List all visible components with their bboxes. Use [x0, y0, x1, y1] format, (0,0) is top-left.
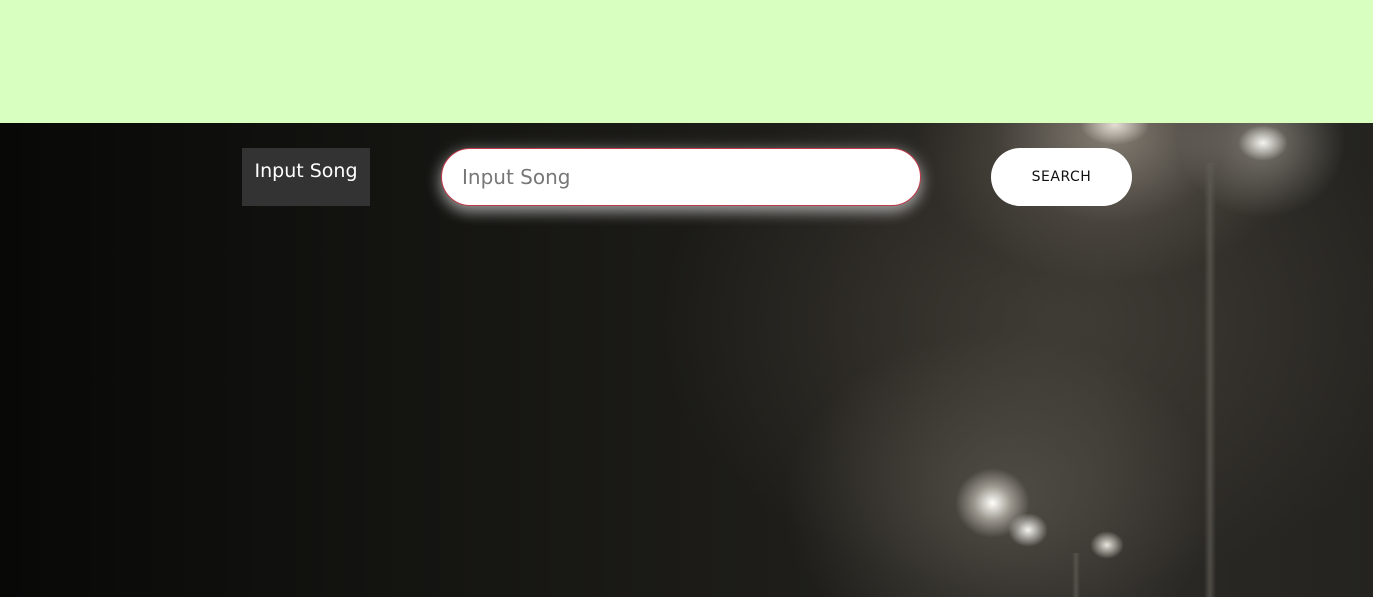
street-light-glow	[955, 468, 1030, 538]
song-search-input[interactable]	[441, 148, 921, 206]
street-light-glow	[1238, 125, 1288, 161]
street-light-glow	[1008, 513, 1048, 547]
street-light-glow	[1090, 531, 1124, 559]
input-song-label: Input Song	[242, 148, 370, 206]
street-light-pole	[1204, 163, 1216, 597]
top-banner	[0, 0, 1373, 123]
street-light-pole	[1072, 553, 1080, 597]
street-light-glow	[1080, 123, 1150, 145]
search-button[interactable]: SEARCH	[991, 148, 1132, 206]
